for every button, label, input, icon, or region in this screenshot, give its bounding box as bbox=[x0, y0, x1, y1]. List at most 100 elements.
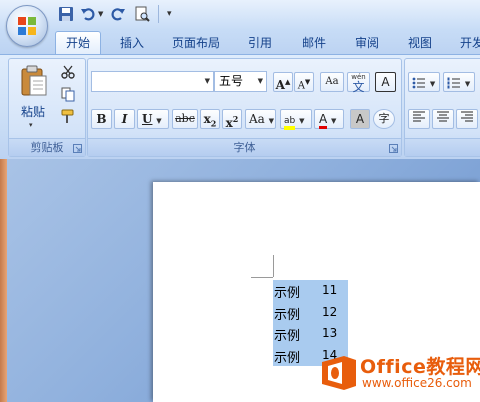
clear-formatting-label: Aa bbox=[325, 76, 339, 87]
character-shading-button[interactable]: A bbox=[350, 109, 370, 129]
grow-font-label: A bbox=[275, 78, 285, 92]
document-line[interactable]: 示例 13 bbox=[273, 323, 348, 344]
align-left-button[interactable] bbox=[408, 109, 430, 129]
align-right-button[interactable] bbox=[456, 109, 478, 129]
numbering-button[interactable]: ▼ bbox=[443, 72, 475, 92]
font-color-button[interactable]: A ▼ bbox=[314, 109, 344, 129]
watermark-title: Office教程网 bbox=[360, 356, 480, 378]
customize-toolbar-icon[interactable]: ▾ bbox=[167, 9, 172, 19]
left-edge-strip bbox=[0, 159, 7, 402]
numbering-dropdown-icon[interactable]: ▼ bbox=[465, 80, 470, 88]
tab-insert[interactable]: 插入 bbox=[110, 32, 154, 54]
save-icon[interactable] bbox=[58, 6, 74, 22]
quick-access-toolbar: ▼ ▾ bbox=[0, 0, 480, 30]
line-number: 13 bbox=[322, 326, 338, 340]
superscript-button[interactable]: x2 bbox=[222, 109, 242, 130]
bold-button[interactable]: B bbox=[91, 109, 112, 129]
character-border-button[interactable]: A bbox=[375, 72, 396, 92]
underline-dropdown-icon[interactable]: ▼ bbox=[156, 117, 161, 125]
superscript-label: x bbox=[225, 116, 233, 130]
subscript-index: 2 bbox=[210, 118, 217, 129]
font-group: ▼ 五号 ▼ A▲ A▼ Aa wén 文 A B I U ▼ abc x2 x… bbox=[87, 58, 402, 157]
change-case-button[interactable]: Aa ▼ bbox=[245, 109, 276, 129]
phonetic-char: 文 bbox=[352, 80, 365, 94]
site-watermark: Office教程网 www.office26.com bbox=[318, 350, 480, 398]
character-border-label: A bbox=[381, 75, 390, 89]
format-painter-icon[interactable] bbox=[61, 109, 77, 125]
tab-review[interactable]: 审阅 bbox=[347, 32, 387, 54]
office-watermark-logo-icon bbox=[322, 356, 356, 390]
undo-icon[interactable] bbox=[80, 6, 96, 22]
font-color-label: A bbox=[319, 112, 328, 129]
highlight-button[interactable]: ab ▼ bbox=[280, 109, 312, 130]
font-size-value: 五号 bbox=[219, 74, 244, 88]
paste-icon bbox=[21, 65, 47, 96]
italic-label: I bbox=[121, 112, 128, 126]
font-group-label: 字体 bbox=[88, 138, 401, 156]
document-line[interactable]: 示例 11 bbox=[273, 280, 348, 301]
superscript-index: 2 bbox=[232, 114, 239, 124]
scissors-icon[interactable] bbox=[61, 65, 75, 79]
bullets-button[interactable]: ▼ bbox=[408, 72, 440, 92]
margin-corner-mark bbox=[251, 277, 273, 278]
tab-page-layout[interactable]: 页面布局 bbox=[165, 32, 227, 54]
bold-label: B bbox=[96, 112, 107, 126]
strikethrough-label: abc bbox=[175, 112, 195, 125]
paragraph-group: ▼ ▼ bbox=[404, 58, 480, 157]
font-name-dropdown-icon[interactable]: ▼ bbox=[205, 72, 210, 91]
font-launcher-icon[interactable] bbox=[389, 144, 398, 153]
office-button[interactable] bbox=[6, 5, 48, 47]
grow-font-button[interactable]: A▲ bbox=[273, 72, 293, 92]
document-line[interactable]: 示例 12 bbox=[273, 302, 348, 323]
paste-label: 粘贴 bbox=[20, 105, 45, 119]
undo-dropdown-icon[interactable]: ▼ bbox=[98, 10, 103, 18]
clipboard-group: 粘贴 ▾ 剪贴板 bbox=[8, 58, 86, 157]
line-number: 11 bbox=[322, 283, 338, 297]
highlight-dropdown-icon[interactable]: ▼ bbox=[299, 117, 304, 125]
center-button[interactable] bbox=[432, 109, 454, 129]
highlight-label: ab bbox=[284, 116, 296, 130]
underline-label: U bbox=[142, 112, 153, 126]
line-text: 示例 bbox=[274, 351, 301, 366]
font-size-combobox[interactable]: 五号 ▼ bbox=[214, 71, 267, 92]
clipboard-launcher-icon[interactable] bbox=[73, 144, 82, 153]
bullets-dropdown-icon[interactable]: ▼ bbox=[430, 80, 435, 88]
change-case-label: Aa bbox=[249, 112, 265, 126]
tab-home[interactable]: 开始 bbox=[55, 31, 101, 54]
font-color-dropdown-icon[interactable]: ▼ bbox=[331, 117, 336, 125]
subscript-button[interactable]: x2 bbox=[200, 109, 220, 129]
font-name-combobox[interactable]: ▼ bbox=[91, 71, 214, 92]
numbering-icon bbox=[447, 77, 460, 88]
align-right-icon bbox=[461, 111, 473, 122]
subscript-label: x bbox=[203, 112, 211, 126]
ribbon: 粘贴 ▾ 剪贴板 ▼ 五号 ▼ A▲ A▼ Aa wén 文 A B I U ▼… bbox=[0, 54, 480, 160]
print-preview-icon[interactable] bbox=[134, 6, 150, 22]
line-text: 示例 bbox=[274, 286, 301, 301]
center-icon bbox=[437, 111, 449, 122]
redo-icon[interactable] bbox=[110, 6, 126, 22]
paste-dropdown-icon[interactable]: ▾ bbox=[29, 121, 33, 129]
align-left-icon bbox=[413, 111, 425, 122]
shrink-font-button[interactable]: A▼ bbox=[294, 72, 314, 92]
office-logo-icon bbox=[18, 17, 36, 35]
font-size-dropdown-icon[interactable]: ▼ bbox=[258, 72, 263, 91]
character-shading-label: A bbox=[355, 112, 365, 126]
copy-icon[interactable] bbox=[61, 87, 76, 102]
paragraph-group-label bbox=[405, 138, 480, 156]
underline-button[interactable]: U ▼ bbox=[137, 109, 169, 129]
strikethrough-button[interactable]: abc bbox=[172, 109, 198, 129]
watermark-url: www.office26.com bbox=[362, 376, 472, 390]
enclose-characters-label: 字 bbox=[378, 112, 390, 125]
paste-button[interactable]: 粘贴 ▾ bbox=[13, 63, 53, 133]
margin-corner-mark bbox=[273, 255, 274, 277]
tab-mailings[interactable]: 邮件 bbox=[294, 32, 334, 54]
change-case-dropdown-icon[interactable]: ▼ bbox=[269, 117, 274, 125]
tab-view[interactable]: 视图 bbox=[400, 32, 440, 54]
enclose-characters-button[interactable]: 字 bbox=[373, 109, 395, 129]
clear-formatting-button[interactable]: Aa bbox=[320, 72, 344, 92]
tab-references[interactable]: 引用 bbox=[240, 32, 280, 54]
tab-developer[interactable]: 开发 bbox=[452, 32, 480, 54]
phonetic-guide-button[interactable]: wén 文 bbox=[347, 72, 370, 94]
line-text: 示例 bbox=[274, 329, 301, 344]
italic-button[interactable]: I bbox=[114, 109, 135, 129]
